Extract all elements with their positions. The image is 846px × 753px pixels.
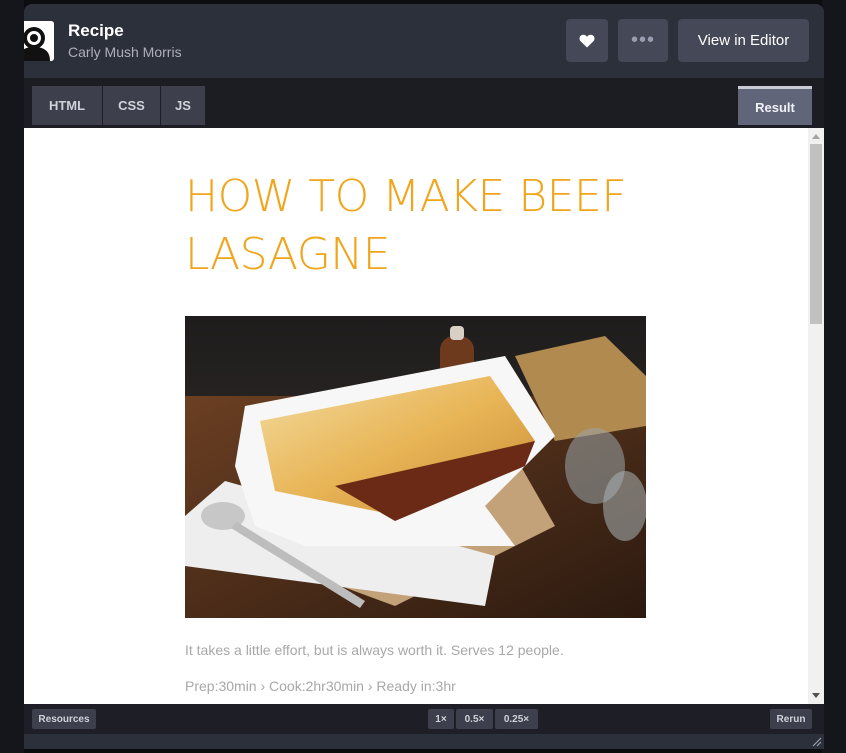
tab-css[interactable]: CSS — [103, 86, 160, 125]
scroll-down-arrow-icon[interactable] — [812, 693, 820, 698]
backdrop-left — [0, 0, 24, 753]
zoom-1x-button[interactable]: 1× — [428, 709, 454, 729]
pen-embed: Recipe Carly Mush Morris ••• View in Edi… — [24, 4, 824, 749]
intro-text: It takes a little effort, but is always … — [185, 642, 564, 658]
pen-title[interactable]: Recipe — [68, 21, 124, 41]
scroll-thumb[interactable] — [810, 144, 822, 324]
resize-handle-icon[interactable] — [810, 735, 822, 747]
more-icon: ••• — [630, 29, 655, 51]
tab-html[interactable]: HTML — [32, 86, 102, 125]
footer-bar: Resources 1× 0.5× 0.25× Rerun — [24, 704, 824, 734]
cooking-times: Prep:30min › Cook:2hr30min › Ready in:3h… — [185, 678, 456, 694]
more-button[interactable]: ••• — [618, 19, 668, 62]
tab-js[interactable]: JS — [161, 86, 205, 125]
rerun-button[interactable]: Rerun — [770, 709, 812, 729]
backdrop-right — [822, 0, 846, 753]
vertical-scrollbar[interactable] — [808, 128, 824, 704]
heart-icon — [579, 34, 595, 47]
lasagne-photo — [185, 316, 646, 618]
scroll-up-arrow-icon[interactable] — [812, 134, 820, 139]
recipe-heading: HOW TO MAKE BEEF LASAGNE — [185, 171, 627, 280]
view-in-editor-button[interactable]: View in Editor — [678, 19, 809, 62]
tab-result[interactable]: Result — [738, 86, 812, 125]
bottom-strip — [24, 734, 824, 749]
author-name[interactable]: Carly Mush Morris — [68, 44, 182, 60]
header-bar: Recipe Carly Mush Morris ••• View in Edi… — [24, 4, 824, 78]
zoom-0.25x-button[interactable]: 0.25× — [495, 709, 538, 729]
avatar[interactable] — [24, 21, 54, 61]
tab-bar: HTML CSS JS Result — [24, 78, 824, 128]
resources-button[interactable]: Resources — [32, 709, 96, 729]
zoom-0.5x-button[interactable]: 0.5× — [456, 709, 493, 729]
heart-button[interactable] — [566, 19, 608, 62]
result-pane: HOW TO MAKE BEEF LASAGNE It takes a litt… — [24, 128, 824, 704]
